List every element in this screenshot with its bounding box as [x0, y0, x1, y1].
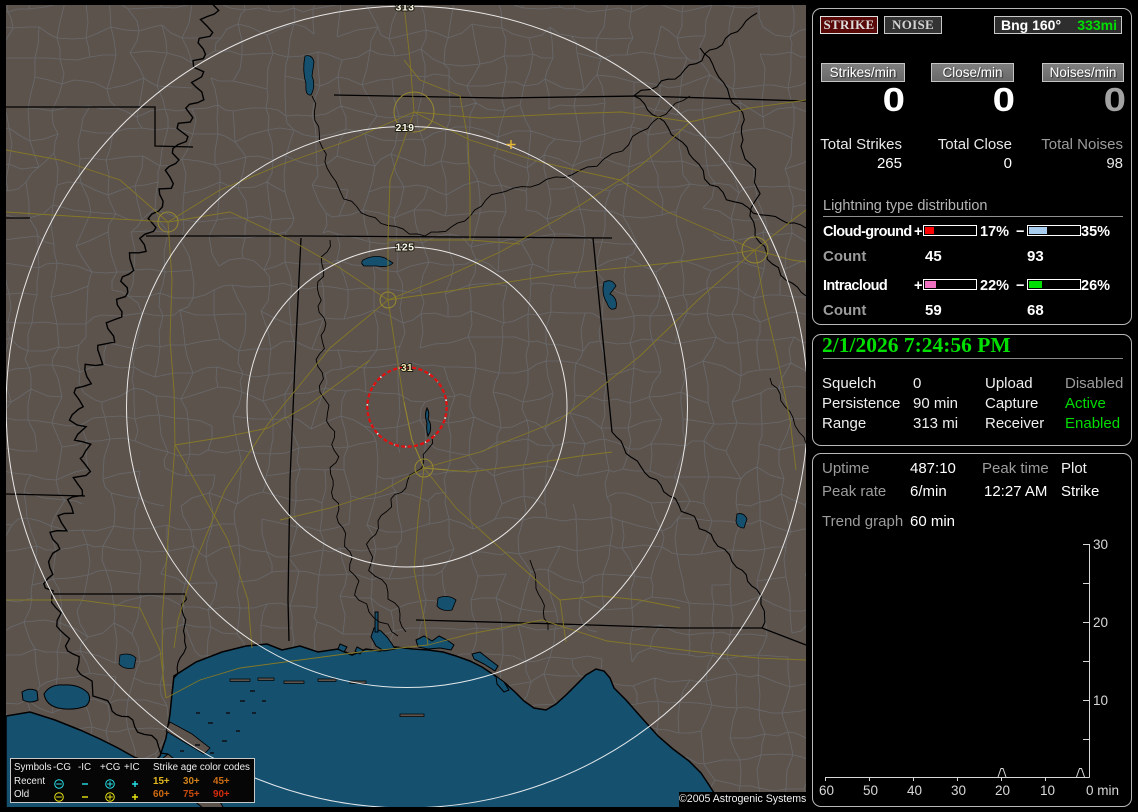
svg-text:30: 30	[951, 783, 966, 798]
svg-text:0 min: 0 min	[1086, 783, 1119, 798]
svg-text:20: 20	[995, 783, 1010, 798]
svg-text:20: 20	[1093, 615, 1108, 630]
svg-text:60: 60	[819, 783, 834, 798]
svg-text:10: 10	[1093, 693, 1108, 708]
svg-text:40: 40	[907, 783, 922, 798]
svg-text:125: 125	[395, 242, 414, 254]
svg-text:219: 219	[395, 122, 414, 134]
svg-text:313: 313	[395, 5, 414, 14]
svg-text:30: 30	[1093, 537, 1108, 552]
svg-text:31: 31	[401, 363, 413, 374]
svg-text:50: 50	[863, 783, 878, 798]
svg-text:10: 10	[1040, 783, 1055, 798]
